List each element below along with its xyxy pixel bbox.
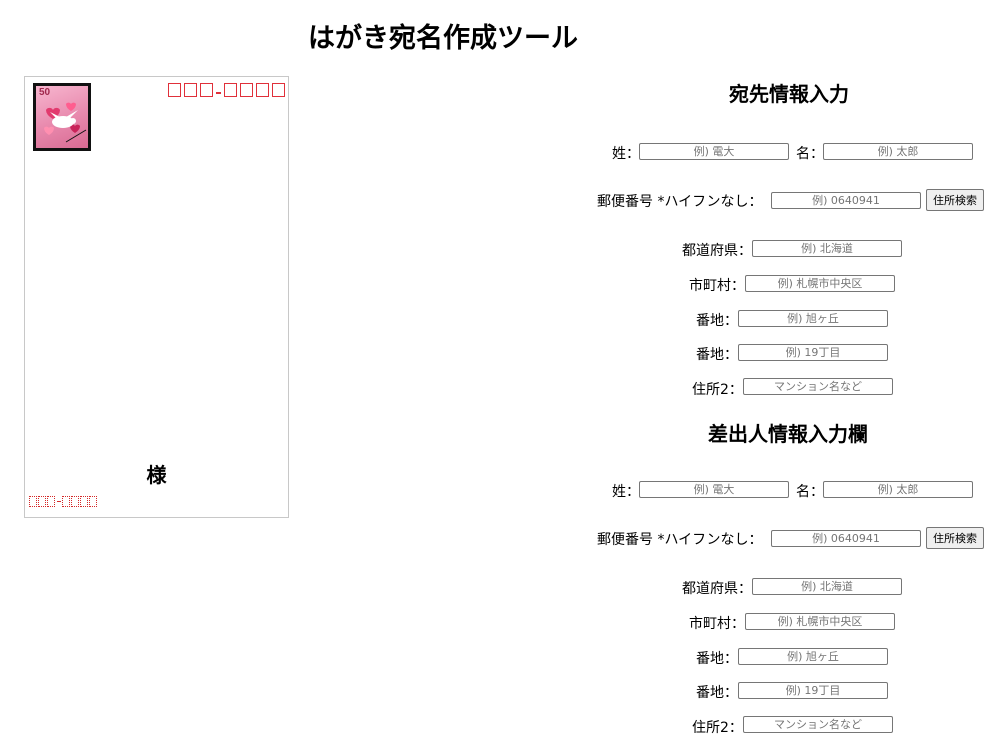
honorific-label: 様 [146,463,167,487]
recipient-city-input[interactable] [745,275,895,292]
recipient-last-name-label: 姓： [612,146,640,162]
sender-last-name-label: 姓： [612,484,640,500]
recipient-block-input[interactable] [738,344,888,361]
sender-town-label: 番地： [696,651,738,667]
recipient-postal-label: 郵便番号 *ハイフンなし： [597,194,763,210]
recipient-prefecture-label: 都道府県： [682,243,752,259]
sender-address-search-button[interactable]: 住所検索 [926,527,984,549]
sender-zip-boxes [29,496,98,507]
sender-city-input[interactable] [745,613,895,630]
sender-city-label: 市町村： [689,616,745,632]
sender-prefecture-input[interactable] [752,578,902,595]
sender-town-input[interactable] [738,648,888,665]
page-title: はがき宛名作成ツール [308,23,578,54]
sender-block-label: 番地： [696,685,738,701]
sender-last-name-input[interactable] [639,481,789,498]
stamp-dove-icon [44,102,87,143]
recipient-first-name-input[interactable] [823,143,973,160]
sender-address2-label: 住所2： [692,720,743,736]
recipient-city-label: 市町村： [689,278,745,294]
sender-postal-input[interactable] [771,530,921,547]
sender-first-name-input[interactable] [823,481,973,498]
recipient-zip-boxes [165,83,285,97]
postcard-preview: 50 様 [24,76,289,518]
sender-heading: 差出人情報入力欄 [708,422,868,446]
sender-block-input[interactable] [738,682,888,699]
recipient-address2-input[interactable] [743,378,893,395]
recipient-town-label: 番地： [696,313,738,329]
recipient-address-search-button[interactable]: 住所検索 [926,189,984,211]
recipient-town-input[interactable] [738,310,888,327]
postage-stamp-image: 50 [33,83,91,151]
sender-postal-label: 郵便番号 *ハイフンなし： [597,532,763,548]
recipient-last-name-input[interactable] [639,143,789,160]
recipient-heading: 宛先情報入力 [729,82,849,106]
sender-prefecture-label: 都道府県： [682,581,752,597]
recipient-postal-input[interactable] [771,192,921,209]
sender-first-name-label: 名： [796,484,824,500]
recipient-address2-label: 住所2： [692,382,743,398]
recipient-prefecture-input[interactable] [752,240,902,257]
recipient-block-label: 番地： [696,347,738,363]
sender-address2-input[interactable] [743,716,893,733]
recipient-first-name-label: 名： [796,146,824,162]
